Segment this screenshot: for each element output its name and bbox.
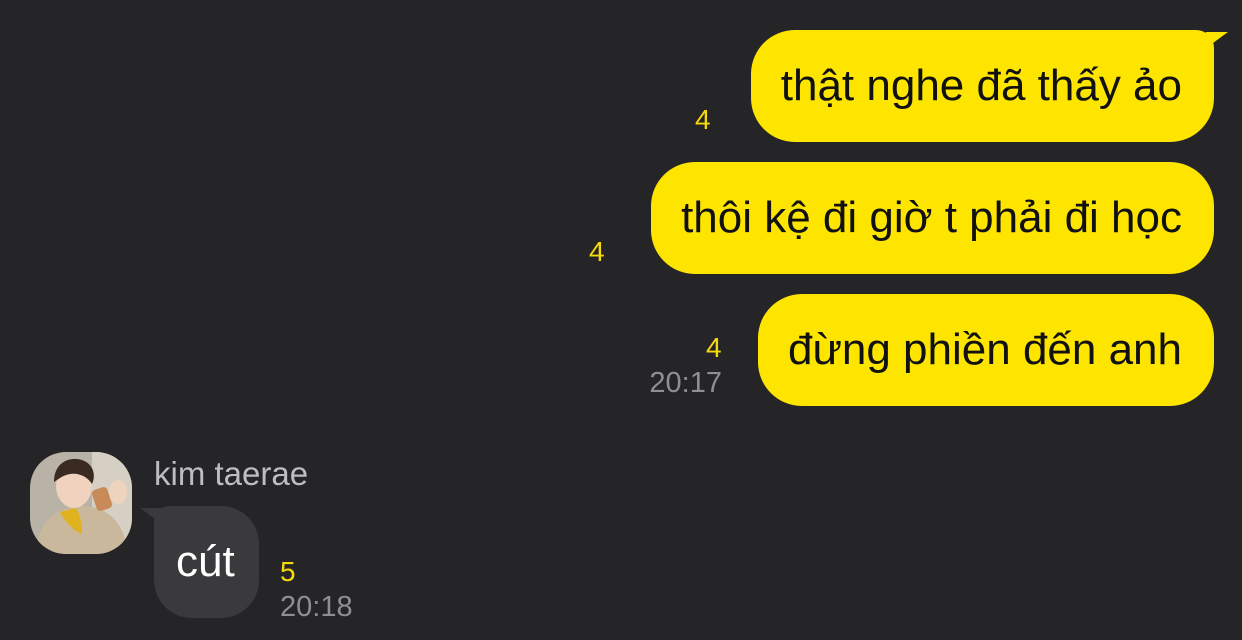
message-text: cút: [176, 537, 235, 586]
message-timestamp: 20:17: [649, 367, 722, 399]
message-text: đừng phiền đến anh: [787, 325, 1182, 374]
outgoing-message-bubble[interactable]: đừng phiền đến anh: [757, 294, 1214, 406]
avatar[interactable]: [30, 452, 132, 554]
profile-photo-icon: [30, 452, 132, 554]
unread-count: 4: [695, 104, 711, 135]
message-timestamp: 20:18: [280, 591, 353, 623]
sender-name: kim taerae: [154, 455, 309, 492]
outgoing-message-bubble[interactable]: thôi kệ đi giờ t phải đi học: [651, 162, 1214, 274]
message-text: thôi kệ đi giờ t phải đi học: [681, 193, 1182, 242]
outgoing-message-bubble[interactable]: thật nghe đã thấy ảo: [750, 30, 1214, 142]
message-text: thật nghe đã thấy ảo: [780, 61, 1182, 110]
incoming-message-bubble[interactable]: cút: [154, 506, 259, 618]
unread-count: 5: [280, 556, 296, 587]
unread-count: 4: [589, 236, 605, 267]
unread-count: 4: [706, 332, 722, 363]
